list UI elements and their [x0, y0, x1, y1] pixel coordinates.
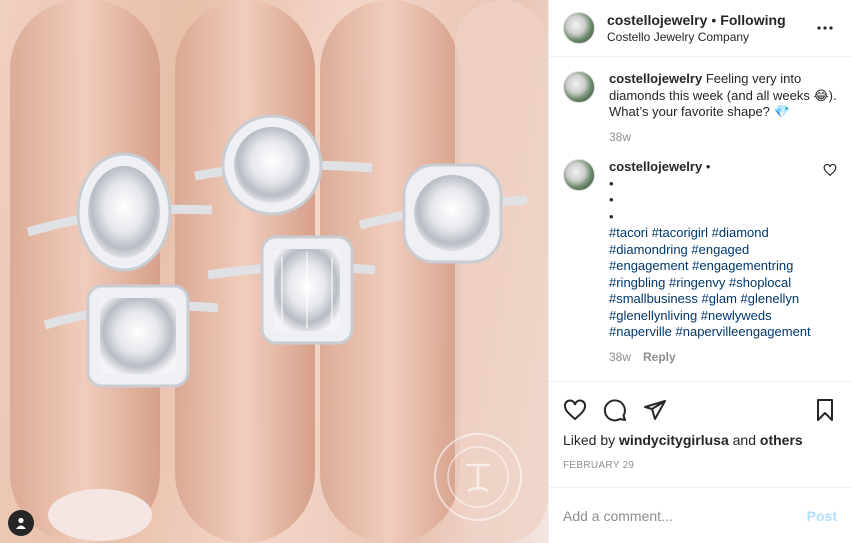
hashtag-link[interactable]: #tacori — [609, 225, 648, 240]
bullet-line: • — [609, 175, 614, 191]
comment-separator: • — [705, 159, 711, 174]
avatar[interactable] — [563, 159, 595, 191]
caption-time[interactable]: 38w — [609, 129, 631, 146]
hashtag-link[interactable]: #tacorigirl — [652, 225, 708, 240]
likes-and: and — [732, 432, 756, 448]
hashtag-link[interactable]: #glenellynliving — [609, 308, 697, 323]
post-photo[interactable] — [0, 0, 548, 543]
hashtag-link[interactable]: #engaged — [691, 242, 749, 257]
following-button[interactable]: Following — [720, 12, 785, 28]
header-separator: • — [711, 12, 717, 28]
post-actions: Liked by windycitygirlusa and others FEB… — [549, 381, 851, 471]
tacori-watermark-logo — [434, 433, 522, 521]
hashtag-link[interactable]: #glenellyn — [741, 291, 800, 306]
post-date[interactable]: FEBRUARY 29 — [563, 460, 837, 471]
heart-icon[interactable] — [563, 398, 587, 422]
comment: costellojewelry • • • • #tacori #tacorig… — [563, 159, 837, 365]
header-line: costellojewelry • Following — [607, 12, 813, 28]
post-comment-button[interactable]: Post — [807, 508, 837, 524]
likes-others-link[interactable]: others — [760, 432, 803, 448]
hashtag-link[interactable]: #ringenvy — [669, 275, 725, 290]
hashtag-link[interactable]: #ringbling — [609, 275, 665, 290]
post-side-panel: costellojewelry • Following Costello Jew… — [548, 0, 851, 543]
hashtag-link[interactable]: #newlyweds — [701, 308, 772, 323]
caption-meta: 38w — [609, 129, 837, 146]
avatar[interactable] — [563, 12, 595, 44]
likes-user-link[interactable]: windycitygirlusa — [619, 432, 729, 448]
caption-username[interactable]: costellojewelry — [609, 71, 702, 86]
hashtag-link[interactable]: #engagement — [609, 258, 689, 273]
hashtag-link[interactable]: #shoplocal — [729, 275, 791, 290]
hashtag-link[interactable]: #glam — [702, 291, 737, 306]
location-link[interactable]: Costello Jewelry Company — [607, 30, 813, 44]
likes-summary: Liked by windycitygirlusa and others — [563, 432, 837, 448]
bullet-line: • — [609, 208, 614, 224]
action-buttons — [563, 390, 837, 430]
bullet-line: • — [609, 192, 614, 207]
reply-button[interactable]: Reply — [643, 349, 676, 366]
bookmark-icon[interactable] — [813, 398, 837, 422]
tagged-users-button[interactable] — [8, 510, 34, 536]
more-horizontal-icon — [817, 26, 833, 30]
comment-meta: 38w Reply — [609, 349, 815, 366]
caption: costellojewelry Feeling very into diamon… — [563, 71, 837, 145]
hashtag-link[interactable]: #naperville — [609, 324, 672, 339]
more-options-button[interactable] — [813, 16, 837, 40]
comment-time[interactable]: 38w — [609, 349, 631, 366]
person-icon — [16, 517, 26, 529]
comment-icon[interactable] — [603, 398, 627, 422]
add-comment-bar: Post — [549, 487, 851, 543]
hashtag-link[interactable]: #engagementring — [692, 258, 793, 273]
caption-body: costellojewelry Feeling very into diamon… — [609, 71, 837, 145]
comment-body: costellojewelry • • • • #tacori #tacorig… — [609, 159, 815, 365]
hashtag-link[interactable]: #napervilleengagement — [676, 324, 811, 339]
heart-outline-icon[interactable] — [823, 163, 837, 177]
header-text: costellojewelry • Following Costello Jew… — [607, 12, 813, 44]
header-username[interactable]: costellojewelry — [607, 12, 707, 28]
comments-list[interactable]: costellojewelry Feeling very into diamon… — [549, 57, 851, 381]
comment-input[interactable] — [563, 507, 807, 524]
comment-username[interactable]: costellojewelry — [609, 159, 702, 174]
hashtag-link[interactable]: #diamond — [712, 225, 769, 240]
hashtag-link[interactable]: #smallbusiness — [609, 291, 698, 306]
post-header: costellojewelry • Following Costello Jew… — [549, 0, 851, 57]
hashtag-link[interactable]: #diamondring — [609, 242, 688, 257]
share-icon[interactable] — [643, 398, 667, 422]
hashtags: #tacori #tacorigirl #diamond #diamondrin… — [609, 225, 815, 341]
likes-prefix: Liked by — [563, 432, 616, 448]
instagram-post: costellojewelry • Following Costello Jew… — [0, 0, 851, 543]
avatar[interactable] — [563, 71, 595, 103]
